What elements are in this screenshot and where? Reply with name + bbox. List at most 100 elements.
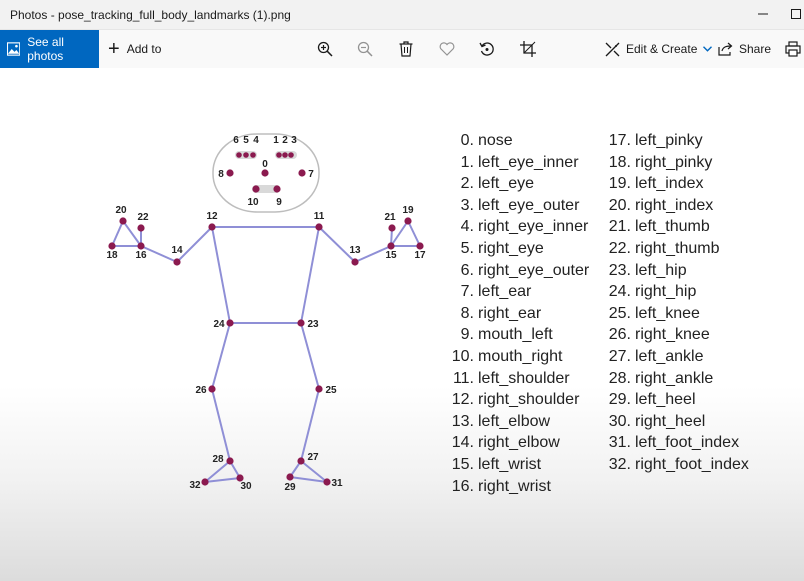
skeleton-joint-32 [201, 478, 209, 486]
skeleton-bone [122, 220, 142, 247]
landmark-list-item: 18. right_pinky [598, 154, 798, 174]
skeleton-joint-11 [315, 223, 323, 231]
skeleton-joint-label: 8 [218, 169, 224, 180]
skeleton-joint-16 [137, 242, 145, 250]
skeleton-joint-label: 23 [307, 319, 319, 330]
skeleton-joint-label: 5 [243, 135, 249, 146]
minimize-button[interactable] [753, 4, 773, 24]
landmark-number: 29. [608, 391, 631, 409]
skeleton-joint-label: 25 [325, 385, 337, 396]
image-viewer[interactable]: 0 1 2 3 4 5 6 7 8 9 10 11 12 13 14 15 16 17 18 19 20 21 22 23 24… [0, 68, 804, 581]
skeleton-joint-17 [416, 242, 424, 250]
landmark-list-item: 29. left_heel [598, 391, 798, 411]
skeleton-bones [111, 154, 421, 483]
landmark-number: 20. [608, 196, 631, 214]
skeleton-joint-label: 26 [195, 385, 207, 396]
skeleton-joint-label: 22 [137, 212, 149, 223]
skeleton-bone [300, 322, 320, 390]
landmark-name: left_foot_index [635, 434, 740, 452]
landmark-number: 30. [608, 412, 631, 430]
skeleton-bone [300, 388, 320, 462]
landmark-number: 6. [460, 261, 474, 279]
skeleton-joint-label: 4 [253, 135, 259, 146]
skeleton-joint-14 [173, 258, 181, 266]
toolbar: See all photos + Add to Edit & Create Sh… [0, 30, 804, 68]
edit-create-button[interactable]: Edit & Create [605, 30, 713, 68]
landmark-number: 3. [460, 196, 474, 214]
skeleton-bone [211, 388, 231, 462]
landmark-list-item: 20. right_index [598, 197, 798, 217]
skeleton-joint-21 [388, 224, 396, 232]
rotate-button[interactable] [477, 39, 497, 59]
landmark-number: 17. [608, 132, 631, 149]
maximize-button[interactable] [786, 4, 804, 24]
skeleton-joint-31 [323, 478, 331, 486]
window-title: Photos - pose_tracking_full_body_landmar… [10, 8, 291, 22]
add-to-button[interactable]: + Add to [108, 30, 161, 68]
landmark-list-column-1: 0. nose 1. left_eye_inner 2. left_eye 3. left_e… [440, 132, 600, 495]
landmark-name: left_ankle [635, 348, 704, 365]
skeleton-joint-28 [226, 457, 234, 465]
crop-button[interactable] [518, 39, 538, 59]
landmark-name: left_elbow [478, 412, 551, 430]
landmark-number: 9. [460, 326, 474, 344]
title-bar: Photos - pose_tracking_full_body_landmar… [0, 0, 804, 30]
landmark-name: right_eye [478, 240, 544, 257]
skeleton-joint-label: 3 [291, 135, 297, 146]
landmark-name: right_ankle [635, 369, 714, 387]
landmark-name: left_shoulder [478, 369, 570, 387]
print-button[interactable] [783, 39, 803, 59]
skeleton-joint-label: 19 [402, 205, 414, 216]
landmark-name: left_eye_outer [478, 196, 580, 214]
landmark-name: right_hip [635, 283, 697, 301]
landmark-number: 8. [460, 304, 474, 322]
landmark-number: 4. [460, 218, 474, 236]
zoom-out-button[interactable] [355, 39, 375, 59]
landmark-name: right_index [635, 196, 714, 214]
delete-button[interactable] [396, 39, 416, 59]
skeleton-joint-12 [208, 223, 216, 231]
landmark-list-item: 23. left_hip [598, 262, 798, 282]
edit-create-label: Edit & Create [626, 42, 698, 56]
landmark-name: right_knee [635, 326, 710, 344]
skeleton-bone [211, 322, 231, 390]
skeleton-joint-label: 15 [385, 250, 397, 261]
favorite-button[interactable] [437, 39, 457, 59]
skeleton-joint-label: 17 [414, 250, 426, 261]
landmark-name: right_ear [478, 304, 542, 322]
crop-icon [520, 41, 536, 57]
landmark-name: right_eye_inner [478, 218, 589, 236]
landmark-list-item: 22. right_thumb [598, 240, 798, 260]
plus-icon: + [108, 38, 120, 60]
skeleton-joint-label: 29 [284, 482, 296, 493]
landmark-list-item: 21. left_thumb [598, 218, 798, 238]
skeleton-joint-29 [286, 473, 294, 481]
skeleton-joint-24 [226, 319, 234, 327]
skeleton-joint-label: 27 [307, 452, 319, 463]
landmark-number: 28. [608, 369, 631, 387]
skeleton-bone [300, 226, 320, 324]
landmark-name: left_eye_inner [478, 153, 579, 171]
landmark-name: mouth_left [478, 326, 553, 344]
landmark-name: left_eye [478, 175, 535, 193]
landmark-list-item: 16. right_wrist [440, 478, 640, 498]
zoom-in-icon [317, 41, 333, 57]
rotate-icon [479, 42, 494, 56]
see-all-photos-button[interactable]: See all photos [0, 30, 99, 68]
edit-create-icon [605, 42, 620, 56]
landmark-number: 0. [460, 132, 474, 149]
landmark-list-item: 27. left_ankle [598, 348, 798, 368]
skeleton-joint-23 [297, 319, 305, 327]
zoom-in-button[interactable] [315, 39, 335, 59]
share-button[interactable]: Share [718, 30, 771, 68]
skeleton-joint-label: 20 [115, 205, 127, 216]
zoom-out-icon [357, 41, 373, 57]
skeleton-joint-label: 30 [240, 481, 252, 492]
skeleton-joint-7 [298, 169, 306, 177]
landmark-name: nose [478, 132, 513, 149]
landmark-name: left_pinky [635, 132, 703, 149]
skeleton-joint-label: 10 [247, 197, 259, 208]
landmark-name: right_pinky [635, 153, 713, 171]
skeleton-bone [111, 220, 124, 247]
skeleton-joint-label: 12 [206, 211, 218, 222]
